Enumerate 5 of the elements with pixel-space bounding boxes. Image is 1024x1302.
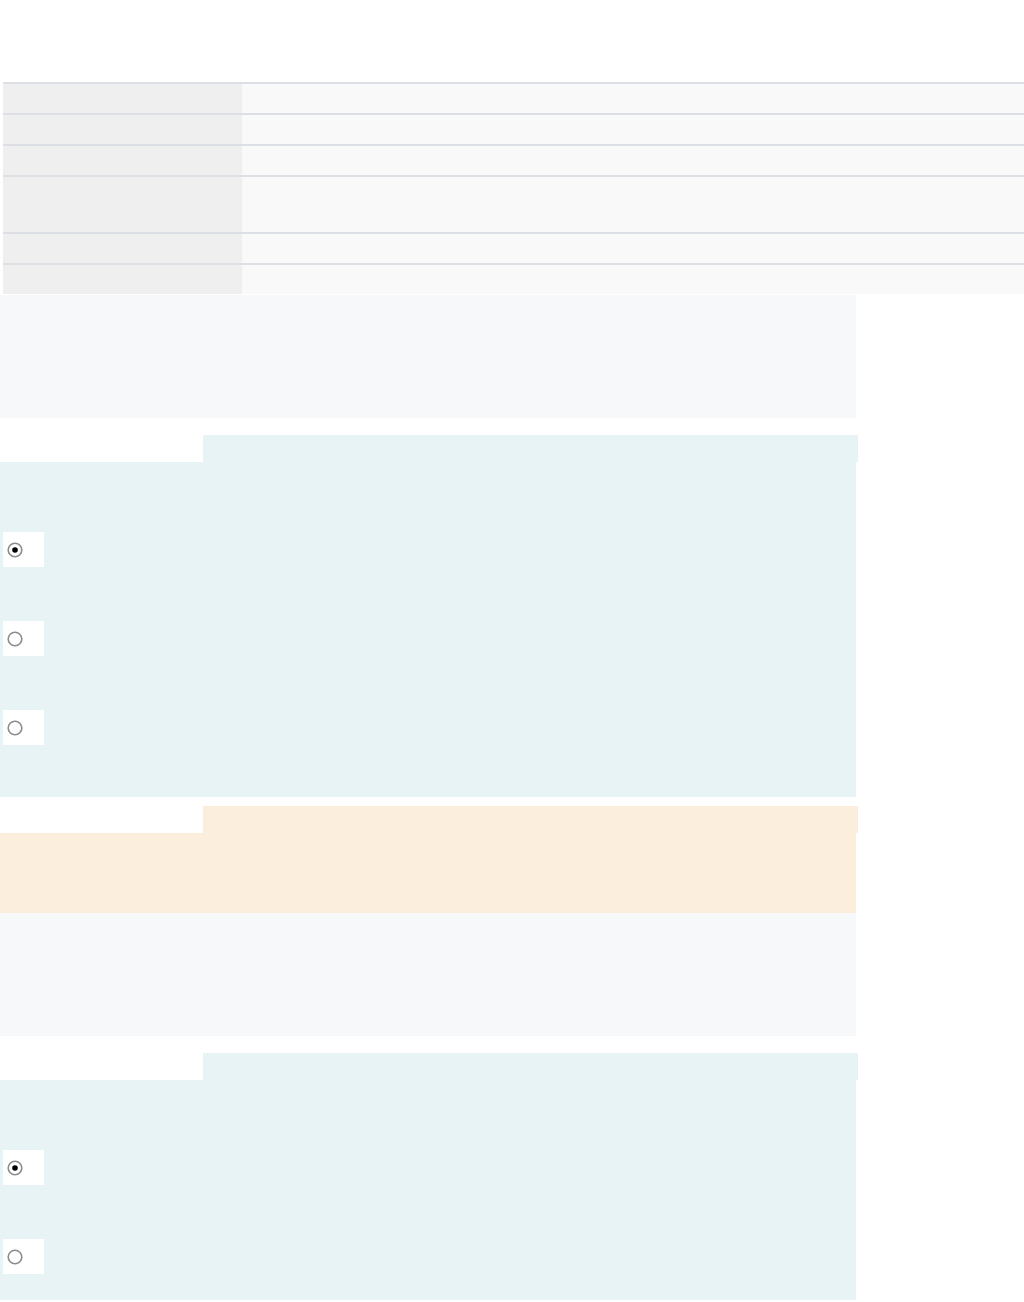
radio-button[interactable] <box>7 630 23 647</box>
radio-button[interactable] <box>7 1248 23 1265</box>
radio-button[interactable] <box>7 719 23 736</box>
radio-button[interactable] <box>7 1159 23 1176</box>
radio-button[interactable] <box>7 541 23 558</box>
